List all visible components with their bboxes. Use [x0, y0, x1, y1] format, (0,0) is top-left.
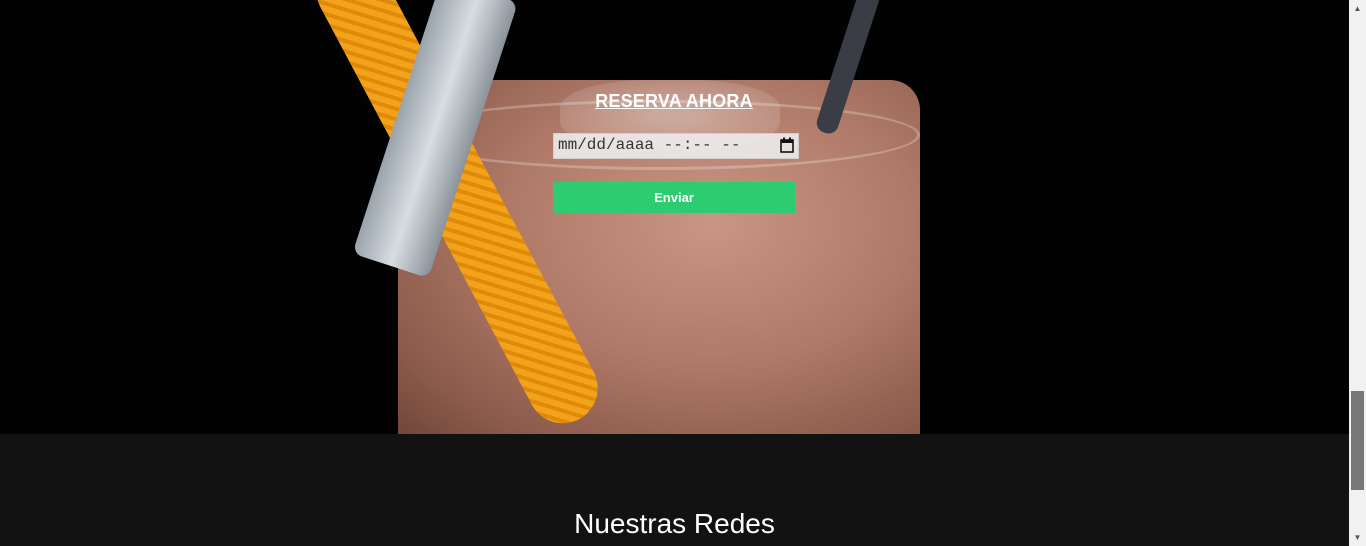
submit-button[interactable]: Enviar [553, 182, 795, 213]
datetime-input[interactable]: mm/dd/aaaa --:-- -- [553, 133, 799, 159]
page: RESERVA AHORA mm/dd/aaaa --:-- -- Enviar… [0, 0, 1349, 546]
chevron-up-icon[interactable]: ▲ [1349, 0, 1366, 17]
datetime-placeholder: mm/dd/aaaa --:-- -- [558, 136, 741, 154]
chevron-down-icon[interactable]: ▼ [1349, 529, 1366, 546]
scrollbar-thumb[interactable] [1351, 391, 1364, 490]
calendar-icon[interactable] [780, 137, 794, 153]
hero-section: RESERVA AHORA mm/dd/aaaa --:-- -- Enviar [0, 0, 1349, 434]
footer-section: Nuestras Redes [0, 434, 1349, 546]
vertical-scrollbar[interactable]: ▲ ▼ [1349, 0, 1366, 546]
social-title: Nuestras Redes [574, 508, 775, 539]
reservation-title: RESERVA AHORA [595, 91, 753, 111]
